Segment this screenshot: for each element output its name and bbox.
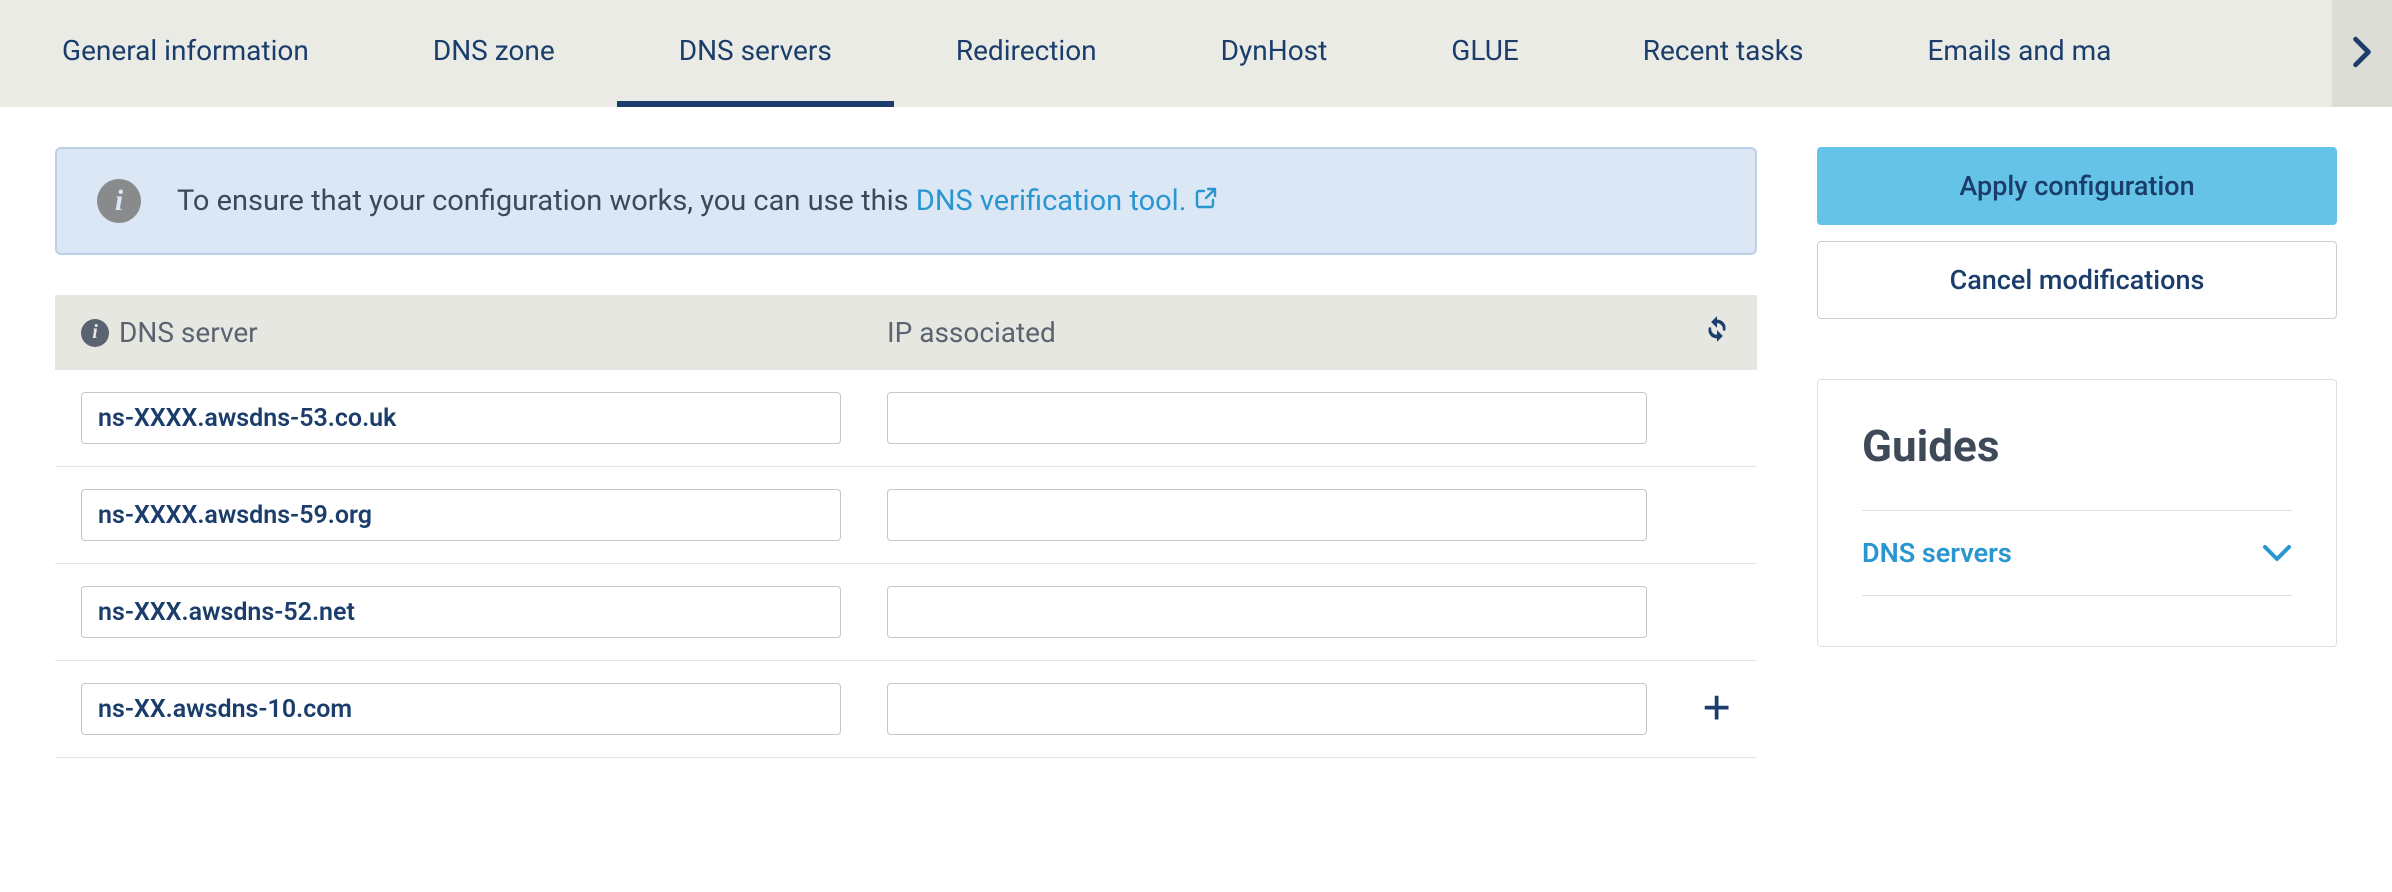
tab-redirection[interactable]: Redirection <box>894 0 1159 107</box>
column-header-dns: DNS server <box>119 316 258 349</box>
chevron-right-icon <box>2352 36 2372 72</box>
apply-configuration-button[interactable]: Apply configuration <box>1817 147 2337 225</box>
tabs-bar: General information DNS zone DNS servers… <box>0 0 2392 107</box>
info-banner-text: To ensure that your configuration works,… <box>177 184 1218 218</box>
add-row-button[interactable] <box>1701 692 1731 726</box>
tab-label: GLUE <box>1451 34 1518 67</box>
guides-title: Guides <box>1862 420 2292 472</box>
guides-panel: Guides DNS servers <box>1817 379 2337 647</box>
dns-server-input[interactable] <box>81 392 841 444</box>
guides-item-label: DNS servers <box>1862 537 2012 569</box>
tab-label: DynHost <box>1221 34 1328 67</box>
external-link-icon <box>1194 184 1218 218</box>
tab-dns-servers[interactable]: DNS servers <box>617 0 894 107</box>
info-icon: i <box>81 319 109 347</box>
tab-general-information[interactable]: General information <box>0 0 371 107</box>
ip-associated-input[interactable] <box>887 489 1647 541</box>
dns-verification-link[interactable]: DNS verification tool. <box>916 184 1218 218</box>
column-header-ip: IP associated <box>887 316 1056 349</box>
table-row <box>55 467 1757 564</box>
tab-label: General information <box>62 34 309 67</box>
tab-label: DNS servers <box>679 34 832 67</box>
plus-icon <box>1701 692 1731 726</box>
tab-dns-zone[interactable]: DNS zone <box>371 0 617 107</box>
tab-glue[interactable]: GLUE <box>1389 0 1580 107</box>
info-banner: i To ensure that your configuration work… <box>55 147 1757 255</box>
tab-label: Emails and ma <box>1927 34 2111 67</box>
table-row <box>55 661 1757 758</box>
refresh-icon <box>1703 315 1731 350</box>
dns-server-input[interactable] <box>81 683 841 735</box>
refresh-button[interactable] <box>1703 315 1731 350</box>
tab-recent-tasks[interactable]: Recent tasks <box>1581 0 1866 107</box>
button-label: Apply configuration <box>1959 170 2194 202</box>
dns-server-input[interactable] <box>81 586 841 638</box>
link-text: DNS verification tool. <box>916 184 1187 218</box>
ip-associated-input[interactable] <box>887 392 1647 444</box>
chevron-down-icon <box>2262 543 2292 563</box>
ip-associated-input[interactable] <box>887 683 1647 735</box>
dns-server-input[interactable] <box>81 489 841 541</box>
tabs-list: General information DNS zone DNS servers… <box>0 0 2173 107</box>
info-text-prefix: To ensure that your configuration works,… <box>177 184 916 218</box>
tab-label: Redirection <box>956 34 1097 67</box>
info-icon: i <box>97 179 141 223</box>
tabs-scroll-right-button[interactable] <box>2332 0 2392 107</box>
tab-label: DNS zone <box>433 34 555 67</box>
dns-table-header: i DNS server IP associated <box>55 295 1757 370</box>
table-row <box>55 370 1757 467</box>
ip-associated-input[interactable] <box>887 586 1647 638</box>
button-label: Cancel modifications <box>1950 264 2205 296</box>
table-row <box>55 564 1757 661</box>
tab-emails[interactable]: Emails and ma <box>1865 0 2173 107</box>
tab-dynhost[interactable]: DynHost <box>1159 0 1390 107</box>
cancel-modifications-button[interactable]: Cancel modifications <box>1817 241 2337 319</box>
tab-label: Recent tasks <box>1643 34 1804 67</box>
guides-item-dns-servers[interactable]: DNS servers <box>1862 510 2292 596</box>
